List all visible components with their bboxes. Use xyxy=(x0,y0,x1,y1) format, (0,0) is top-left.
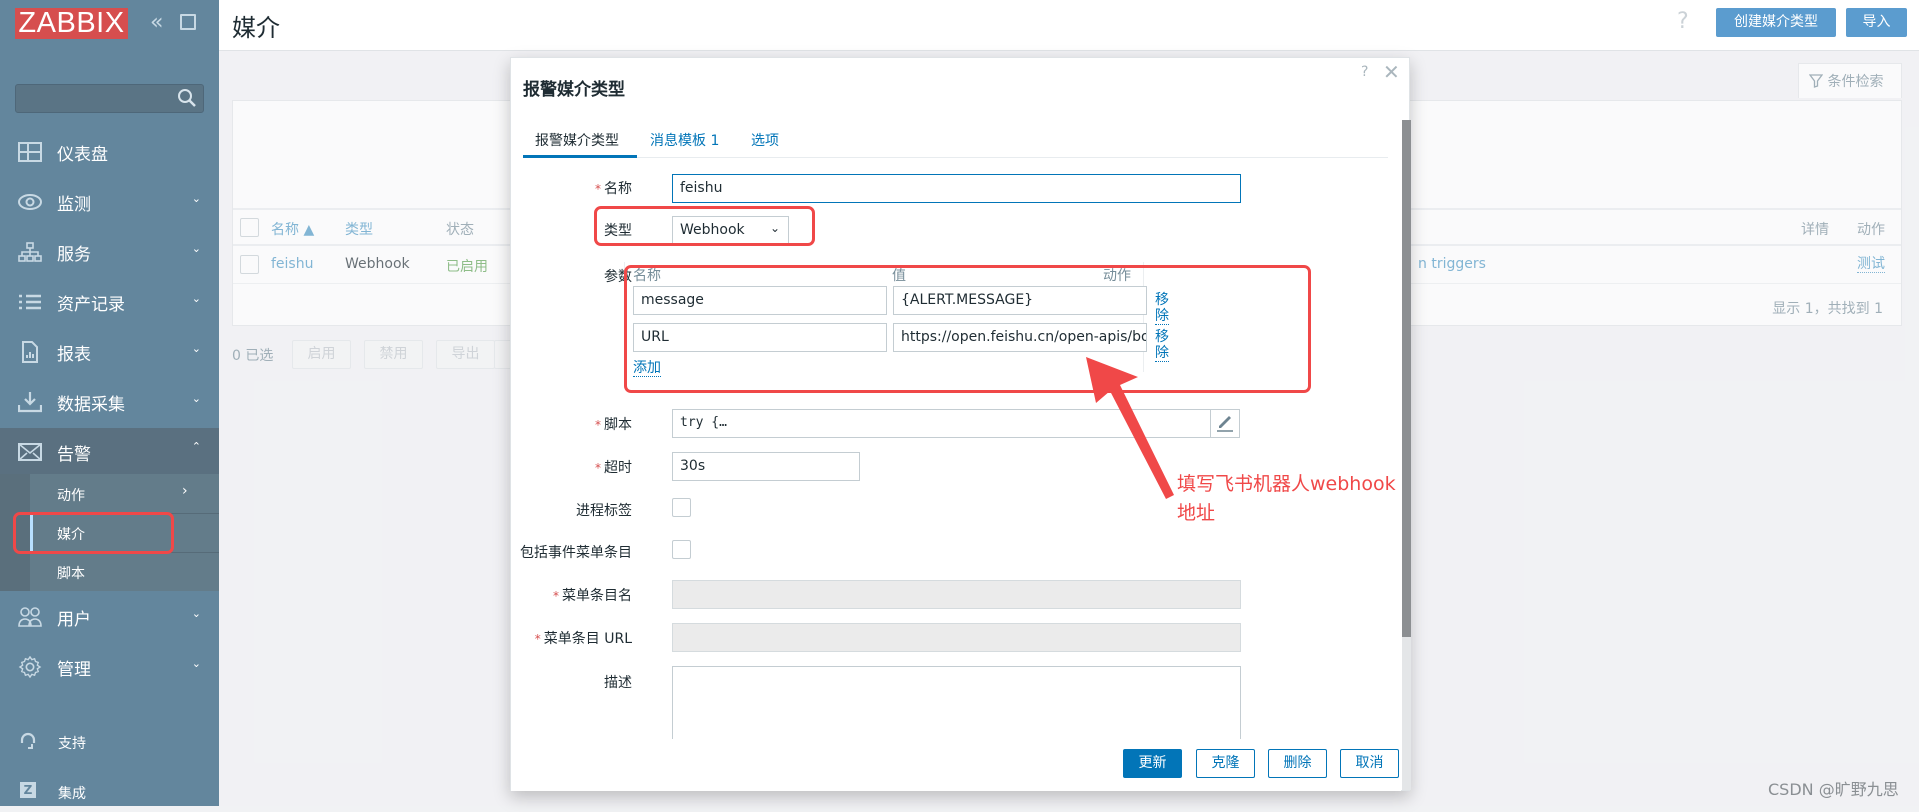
dialog-title: 报警媒介类型 xyxy=(523,80,625,100)
nav-label: 报表 xyxy=(57,345,91,365)
nav-label: 集成 xyxy=(58,786,86,802)
subnav-actions[interactable]: 动作 › xyxy=(0,474,219,513)
subnav-scripts[interactable]: 脚本 xyxy=(0,552,219,591)
name-input[interactable]: feishu xyxy=(672,174,1241,203)
z-integration-icon: Z xyxy=(20,782,36,798)
help-icon[interactable]: ? xyxy=(1361,64,1368,80)
edit-script-button[interactable] xyxy=(1210,409,1240,438)
chevron-down-icon: ⌄ xyxy=(191,192,201,205)
search-input[interactable] xyxy=(15,84,204,113)
nav-label: 数据采集 xyxy=(57,395,125,415)
timeout-label: * 超时 xyxy=(595,460,632,476)
include-event-menu-label: 包括事件菜单条目 xyxy=(520,545,632,561)
nav-alerts[interactable]: 告警 ⌃ xyxy=(0,428,219,474)
clone-button[interactable]: 克隆 xyxy=(1196,749,1255,778)
dialog-tabs: 报警媒介类型 消息模板 1 选项 xyxy=(523,124,1388,158)
download-icon xyxy=(18,392,42,413)
envelope-icon xyxy=(18,443,42,461)
tab-options[interactable]: 选项 xyxy=(751,130,779,150)
sidebar: ZABBIX « 仪表盘 监测 ⌄ 服务 ⌄ 资产记录 ⌄ 报表 ⌄ 数据采集 … xyxy=(0,0,219,806)
nav-label: 仪表盘 xyxy=(57,145,108,165)
tab-message-templates[interactable]: 消息模板 1 xyxy=(650,130,719,150)
pencil-icon xyxy=(1217,416,1233,432)
chevron-up-icon: ⌃ xyxy=(191,440,201,453)
annotation-arrow-icon xyxy=(1086,357,1174,499)
users-icon xyxy=(18,607,42,627)
list-icon xyxy=(19,294,41,310)
search-icon[interactable] xyxy=(177,88,197,108)
nav-label: 支持 xyxy=(58,736,86,752)
nav-reports[interactable]: 报表 ⌄ xyxy=(0,328,219,376)
include-event-menu-checkbox[interactable] xyxy=(672,540,691,559)
description-label: 描述 xyxy=(604,675,632,691)
menu-entry-url-input xyxy=(672,623,1241,652)
kiosk-mode-icon[interactable] xyxy=(180,14,196,30)
nav-label: 监测 xyxy=(57,195,91,215)
eye-icon xyxy=(18,194,42,210)
zabbix-logo[interactable]: ZABBIX xyxy=(15,8,128,39)
nav-administration[interactable]: 管理 ⌄ xyxy=(0,643,219,691)
params-label: 参数 xyxy=(604,269,632,285)
nav-label: 用户 xyxy=(57,610,91,630)
nav-users[interactable]: 用户 ⌄ xyxy=(0,593,219,641)
nav-label: 服务 xyxy=(57,245,91,265)
timeout-input[interactable]: 30s xyxy=(672,452,860,481)
active-tab-indicator xyxy=(523,155,637,158)
update-button[interactable]: 更新 xyxy=(1123,749,1182,778)
chevron-down-icon: ⌄ xyxy=(191,607,201,620)
gear-icon xyxy=(18,656,42,678)
process-tags-label: 进程标签 xyxy=(576,503,632,519)
media-type-dialog: 报警媒介类型 ? ✕ 报警媒介类型 消息模板 1 选项 * 名称 feishu 类… xyxy=(510,57,1411,791)
nav-label: 管理 xyxy=(57,660,91,680)
subnav-label: 动作 xyxy=(57,488,85,504)
nav-label: 资产记录 xyxy=(57,295,125,315)
page-title: 媒介 xyxy=(232,14,280,42)
description-textarea[interactable] xyxy=(672,666,1241,739)
subnav-label: 脚本 xyxy=(57,566,85,582)
nav-label: 告警 xyxy=(57,445,91,465)
nav-support[interactable]: 支持 xyxy=(0,722,219,762)
report-icon xyxy=(22,341,38,363)
cancel-button[interactable]: 取消 xyxy=(1340,749,1399,778)
annotation-text: 填写飞书机器人webhook 地址 xyxy=(1177,473,1396,524)
menu-entry-name-input xyxy=(672,580,1241,609)
process-tags-checkbox[interactable] xyxy=(672,498,691,517)
name-label: * 名称 xyxy=(595,181,632,197)
chevron-down-icon: ⌄ xyxy=(191,342,201,355)
dialog-scrollbar-thumb[interactable] xyxy=(1402,120,1411,637)
double-chevron-left-icon[interactable]: « xyxy=(150,10,163,35)
hierarchy-icon xyxy=(18,242,42,262)
chevron-down-icon: ⌄ xyxy=(191,292,201,305)
nav-integrations[interactable]: Z 集成 xyxy=(0,772,219,812)
chevron-right-icon: › xyxy=(182,483,188,499)
chevron-down-icon: ⌄ xyxy=(191,392,201,405)
create-media-type-button[interactable]: 创建媒介类型 xyxy=(1716,8,1836,37)
dialog-footer: 更新 克隆 删除 取消 xyxy=(511,739,1401,791)
close-icon[interactable]: ✕ xyxy=(1383,60,1400,84)
help-icon[interactable]: ? xyxy=(1677,9,1689,34)
nav-dashboard[interactable]: 仪表盘 xyxy=(0,128,219,176)
menu-entry-url-label: * 菜单条目 URL xyxy=(534,631,632,647)
annotation-highlight-box xyxy=(13,512,174,554)
import-button[interactable]: 导入 xyxy=(1846,8,1907,37)
headset-icon xyxy=(20,732,36,749)
page-header: 媒介 ? 创建媒介类型 导入 xyxy=(219,0,1919,51)
chevron-down-icon: ⌄ xyxy=(191,657,201,670)
csdn-watermark: CSDN @旷野九思 xyxy=(1768,780,1899,799)
annotation-highlight-box xyxy=(594,206,815,246)
nav-services[interactable]: 服务 ⌄ xyxy=(0,228,219,276)
nav-inventory[interactable]: 资产记录 ⌄ xyxy=(0,278,219,326)
script-label: * 脚本 xyxy=(595,417,632,433)
delete-button[interactable]: 删除 xyxy=(1268,749,1327,778)
nav-monitoring[interactable]: 监测 ⌄ xyxy=(0,178,219,226)
tab-media-type[interactable]: 报警媒介类型 xyxy=(535,130,619,150)
nav-data-collection[interactable]: 数据采集 ⌄ xyxy=(0,378,219,426)
menu-entry-name-label: * 菜单条目名 xyxy=(553,588,632,604)
dashboard-icon xyxy=(18,142,42,162)
annotation-highlight-box xyxy=(624,265,1311,393)
chevron-down-icon: ⌄ xyxy=(191,242,201,255)
